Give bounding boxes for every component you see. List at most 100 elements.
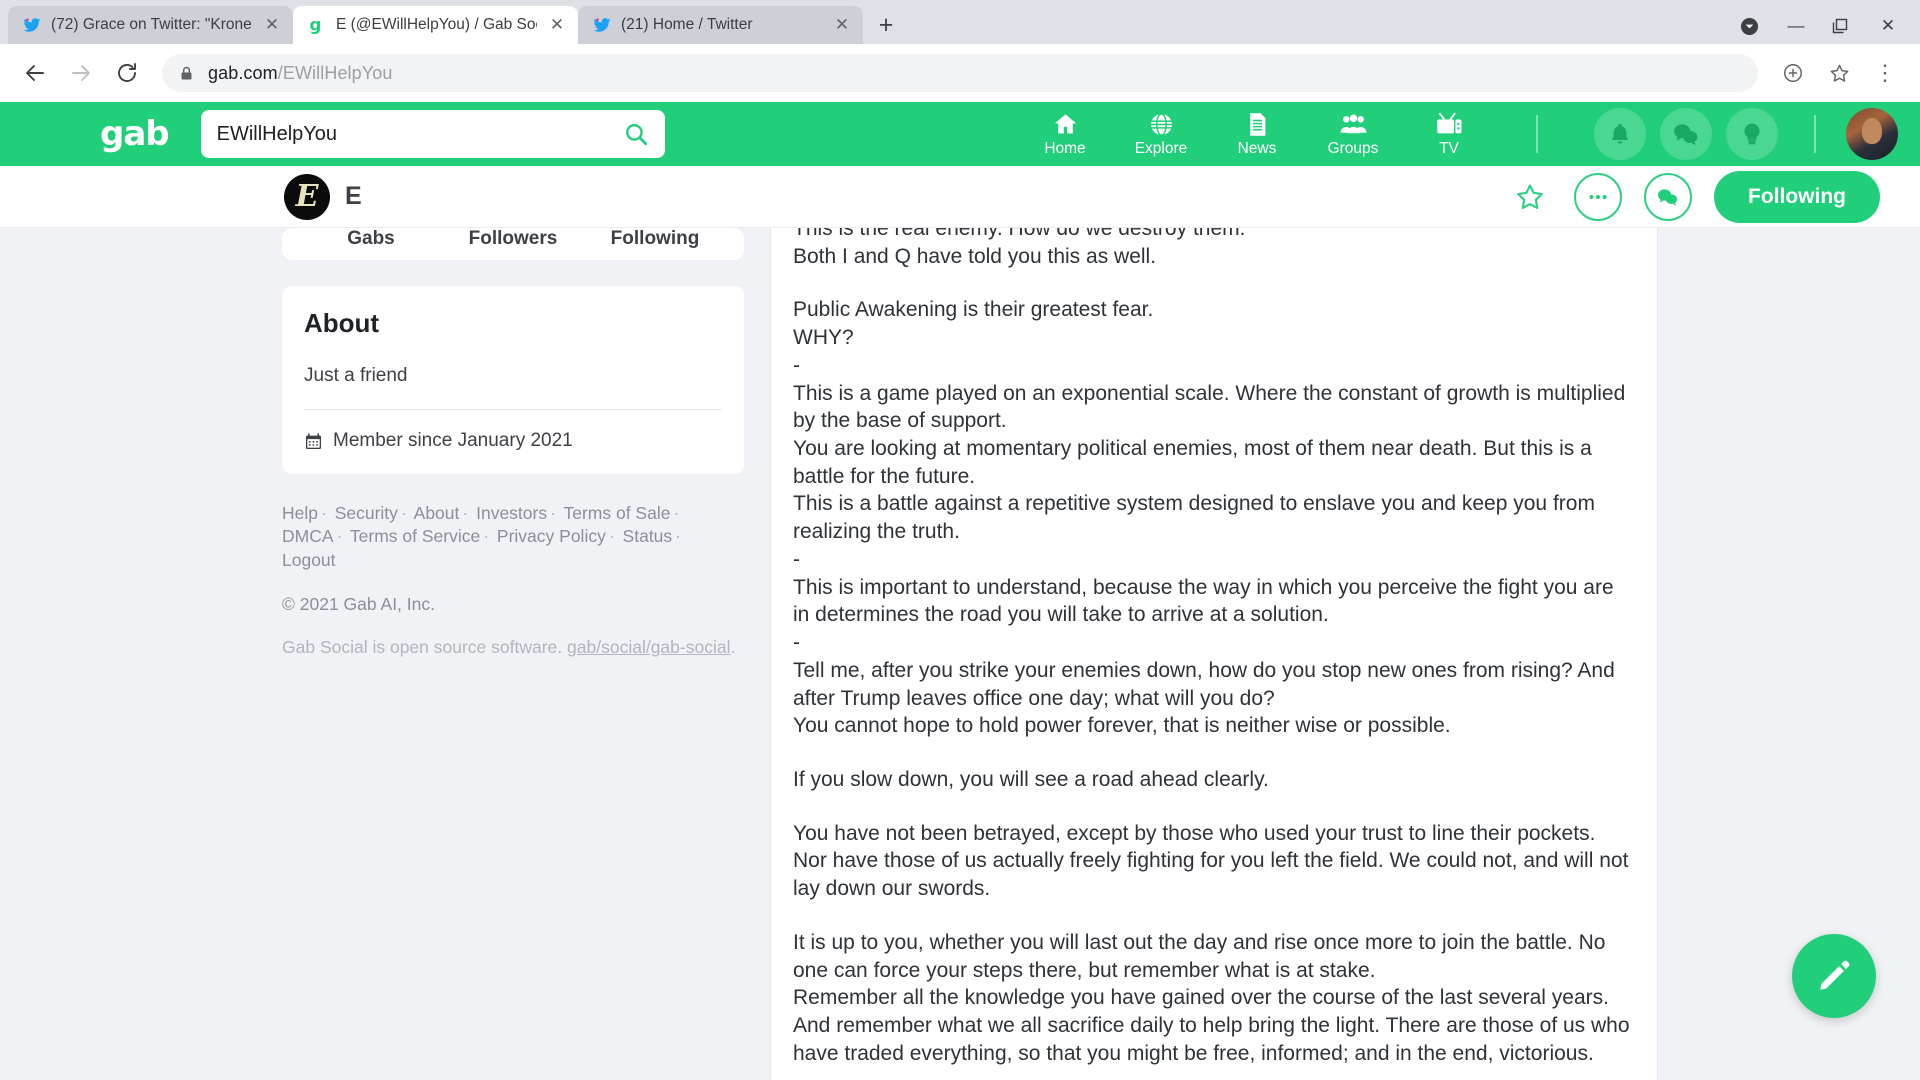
post-content: This is the real enemy. How do we destro… — [793, 228, 1635, 1067]
stat-gabs[interactable]: Gabs — [300, 228, 442, 250]
page-body: Gabs Followers Following About Just a fr… — [0, 228, 1920, 1080]
search-box[interactable] — [200, 110, 665, 158]
pencil-icon — [1816, 958, 1852, 994]
footer-link-status[interactable]: Status — [623, 526, 673, 546]
browser-chrome: (72) Grace on Twitter: "Kronecke ✕ g E (… — [0, 0, 1920, 102]
tab-title: E (@EWillHelpYou) / Gab Social — [336, 16, 537, 33]
window-controls: — ✕ — [1740, 16, 1920, 44]
more-options-icon[interactable] — [1574, 172, 1623, 221]
back-icon[interactable] — [14, 52, 56, 94]
browser-tab-2[interactable]: g E (@EWillHelpYou) / Gab Social ✕ — [293, 6, 578, 44]
globe-icon — [1148, 111, 1175, 138]
forward-icon[interactable] — [60, 52, 102, 94]
gab-logo[interactable]: gab — [100, 114, 170, 154]
header-divider-2 — [1814, 115, 1816, 153]
footer-oss: Gab Social is open source software. gab/… — [282, 637, 744, 658]
nav-item-explore[interactable]: Explore — [1130, 111, 1192, 158]
separator: · — [400, 503, 407, 523]
browser-tab-1[interactable]: (72) Grace on Twitter: "Kronecke ✕ — [8, 6, 293, 44]
close-button[interactable]: ✕ — [1878, 16, 1898, 36]
footer-oss-link[interactable]: gab/social/gab-social — [567, 637, 730, 657]
footer-link-terms-of-service[interactable]: Terms of Service — [350, 526, 480, 546]
following-button[interactable]: Following — [1714, 170, 1880, 223]
separator: · — [336, 526, 343, 547]
nav-item-news[interactable]: News — [1226, 111, 1288, 158]
profile-actions: Following — [1508, 170, 1894, 223]
message-icon[interactable] — [1644, 172, 1693, 221]
footer-link-terms-of-sale[interactable]: Terms of Sale — [563, 503, 670, 523]
maximize-button[interactable] — [1832, 18, 1852, 34]
chat-icon — [1672, 121, 1700, 147]
gab-header: gab Home Explore News — [0, 102, 1920, 166]
bell-icon — [1607, 121, 1633, 147]
address-bar[interactable]: gab.com/EWillHelpYou — [162, 54, 1758, 92]
avatar[interactable] — [1846, 108, 1898, 160]
member-since-text: Member since January 2021 — [333, 430, 573, 451]
new-tab-button[interactable]: + — [869, 8, 903, 42]
nav-item-home[interactable]: Home — [1034, 111, 1096, 158]
post-column: This is the real enemy. How do we destro… — [770, 228, 1658, 1080]
post-line: Both I and Q have told you this as well. — [793, 244, 1157, 268]
pocket-icon[interactable] — [1740, 17, 1760, 36]
search-input[interactable] — [216, 122, 623, 146]
sidebar-footer: Help · Security · About · Investors · Terms … — [282, 502, 744, 658]
search-icon[interactable] — [623, 121, 649, 147]
tab-title: (72) Grace on Twitter: "Kronecke — [51, 16, 252, 33]
post-line: You are looking at momentary political e… — [793, 437, 1592, 488]
stat-followers[interactable]: Followers — [442, 228, 584, 250]
post-line: This is a battle against a repetitive sy… — [793, 492, 1595, 544]
close-icon[interactable]: ✕ — [546, 14, 568, 36]
browser-toolbar: gab.com/EWillHelpYou ⋮ — [0, 44, 1920, 102]
svg-text:g: g — [310, 15, 322, 34]
bookmark-star-icon[interactable] — [1818, 52, 1860, 94]
member-since-row: Member since January 2021 — [304, 410, 722, 474]
footer-link-about[interactable]: About — [414, 503, 460, 523]
tab-strip: (72) Grace on Twitter: "Kronecke ✕ g E (… — [0, 0, 1920, 44]
reload-icon[interactable] — [106, 52, 148, 94]
suggestions-button[interactable] — [1726, 108, 1778, 160]
compose-button[interactable] — [1792, 934, 1876, 1018]
footer-link-logout[interactable]: Logout — [282, 550, 336, 570]
footer-oss-period: . — [730, 636, 736, 657]
minimize-button[interactable]: — — [1786, 16, 1806, 36]
nav-item-groups[interactable]: Groups — [1322, 111, 1384, 158]
footer-link-investors[interactable]: Investors — [476, 503, 547, 523]
groups-icon — [1339, 111, 1368, 138]
footer-link-help[interactable]: Help — [282, 503, 318, 523]
post-line: You have not been betrayed, except by th… — [793, 821, 1629, 901]
stat-following[interactable]: Following — [584, 228, 726, 250]
browser-tab-3[interactable]: (21) Home / Twitter ✕ — [578, 6, 863, 44]
address-path: /EWillHelpYou — [277, 62, 393, 83]
post-line: Tell me, after you strike your enemies d… — [793, 658, 1615, 710]
footer-link-security[interactable]: Security — [335, 503, 398, 523]
post-line: It is up to you, whether you will last o… — [793, 930, 1606, 982]
post-line: This is important to understand, because… — [793, 575, 1614, 627]
close-icon[interactable]: ✕ — [261, 14, 283, 36]
chat-button[interactable] — [1660, 108, 1712, 160]
nav-item-tv[interactable]: TV — [1418, 111, 1480, 158]
footer-link-dmca[interactable]: DMCA — [282, 526, 334, 546]
profile-avatar[interactable]: E — [284, 173, 330, 220]
post-line: Public Awakening is their greatest fear. — [793, 298, 1154, 322]
lock-icon — [178, 65, 195, 82]
right-column — [1658, 228, 1920, 1080]
gab-nav: Home Explore News Groups TV — [1034, 108, 1898, 160]
about-bio: Just a friend — [304, 365, 408, 386]
gab-icon: g — [307, 15, 327, 35]
post-line: Remember all the knowledge you have gain… — [793, 986, 1630, 1065]
separator: · — [608, 526, 615, 547]
profile-display-name: E — [345, 182, 362, 210]
notifications-button[interactable] — [1594, 108, 1646, 160]
footer-link-privacy-policy[interactable]: Privacy Policy — [497, 526, 606, 546]
star-icon[interactable] — [1508, 175, 1552, 219]
nav-label: Explore — [1134, 139, 1188, 157]
home-icon — [1052, 111, 1079, 138]
browser-menu-icon[interactable]: ⋮ — [1864, 52, 1906, 94]
install-icon[interactable] — [1772, 52, 1814, 94]
about-title: About — [304, 308, 380, 338]
close-icon[interactable]: ✕ — [831, 14, 853, 36]
